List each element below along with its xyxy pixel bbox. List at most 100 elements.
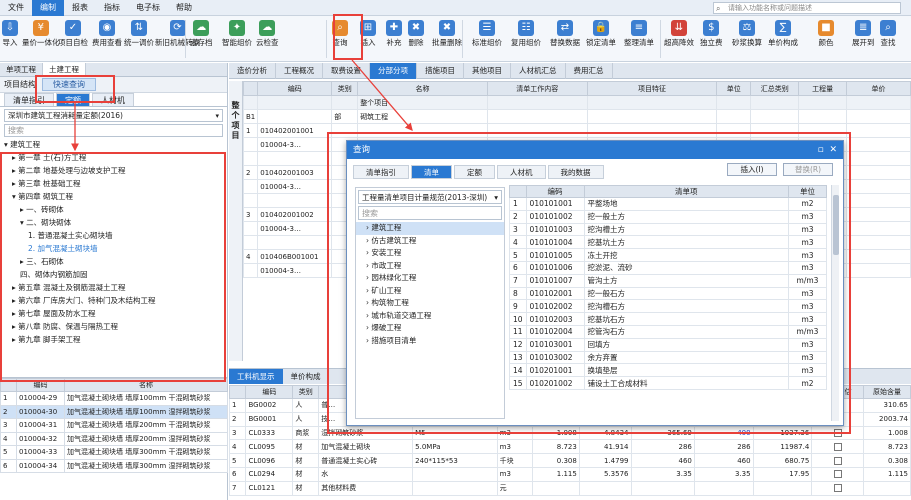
quota-tree-item[interactable]: ▸ 第一章 土(石)方工程 — [4, 151, 227, 164]
dialog-tree-item[interactable]: › 仿古建筑工程 — [356, 235, 504, 248]
ribbon-btn-9[interactable]: ⌕ 查询 — [332, 18, 348, 60]
bill-item-row[interactable]: 4 010101004 挖基坑土方 m3 — [509, 235, 827, 250]
material-row[interactable]: 4 CL0095 材加气混凝土砌块 5.0MPa m3 8.723 41.914 286 286… — [228, 439, 911, 455]
close-icon[interactable]: ✕ — [829, 145, 837, 155]
dialog-search-input[interactable]: 搜索 — [358, 206, 502, 220]
material-cell[interactable] — [811, 480, 864, 496]
quota-tree-item[interactable]: ▾ 第四章 砌筑工程 — [4, 190, 227, 203]
material-cell[interactable] — [811, 466, 864, 482]
quota-tree-item[interactable]: ▸ 第五章 混凝土及钢筋混凝土工程 — [4, 281, 227, 294]
material-cell[interactable] — [811, 439, 864, 455]
main-tab-6[interactable]: 人材机汇总 — [511, 62, 566, 79]
quota-row[interactable]: 1 010004-29 加气混凝土砌块墙 墙厚100mm 干混砌筑砂浆 — [0, 391, 228, 406]
ribbon-btn-16[interactable]: ⇄ 替换数据 — [550, 18, 580, 60]
dialog-tree-item[interactable]: › 构筑物工程 — [356, 297, 504, 310]
ribbon-btn-2[interactable]: ✓ 项目自检 — [58, 18, 88, 60]
bill-item-row[interactable]: 6 010101006 挖淤泥、流砂 m3 — [509, 260, 827, 275]
quota-library-select[interactable]: 深圳市建筑工程消耗量定额(2016) ▾ — [4, 109, 223, 122]
ribbon-btn-0[interactable]: ⇩ 导入 — [2, 18, 18, 60]
quota-tree-item[interactable]: 2. 加气混凝土砌块墙 — [4, 242, 227, 255]
quota-tree-item[interactable]: ▸ 第三章 桩基础工程 — [4, 177, 227, 190]
ribbon-btn-20[interactable]: $ 独立费 — [700, 18, 723, 60]
estimate-checkbox[interactable] — [833, 442, 842, 451]
main-tab-3[interactable]: 分部分项 — [370, 62, 417, 79]
tab-unit-price-composition[interactable]: 单价构成 — [283, 369, 329, 384]
dialog-tree-item[interactable]: › 市政工程 — [356, 260, 504, 273]
dialog-tab-bill[interactable]: 清单 — [411, 165, 452, 179]
main-tab-2[interactable]: 取费设置 — [323, 62, 370, 79]
ribbon-btn-22[interactable]: ∑ 单价构成 — [768, 18, 798, 60]
bill-item-row[interactable]: 12 010103001 回填方 m3 — [509, 337, 827, 352]
quota-tree-item[interactable]: 四、砌体内钢筋加固 — [4, 268, 227, 281]
bill-item-row[interactable]: 8 010102001 挖一般石方 m3 — [509, 286, 827, 301]
estimate-checkbox[interactable] — [833, 484, 842, 493]
estimate-checkbox[interactable] — [833, 456, 842, 465]
quota-tree-item[interactable]: ▸ 一、砖砌体 — [4, 203, 227, 216]
ribbon-btn-8[interactable]: ☁ 云检查 — [256, 18, 279, 60]
quota-tree-item[interactable]: ▸ 第七章 屋面及防水工程 — [4, 307, 227, 320]
bill-item-row[interactable]: 14 010201001 换填垫层 m3 — [509, 363, 827, 378]
restore-icon[interactable]: ▫ — [818, 145, 824, 155]
bill-item-row[interactable]: 11 010102004 挖管沟石方 m/m3 — [509, 324, 827, 339]
ribbon-btn-19[interactable]: ⇊ 超高降效 — [664, 18, 694, 60]
menu-help[interactable]: 帮助 — [168, 0, 200, 16]
dialog-tree-item[interactable]: › 爆破工程 — [356, 322, 504, 335]
estimate-checkbox[interactable] — [833, 470, 842, 479]
dialog-tree-item[interactable]: › 建筑工程 — [356, 222, 504, 235]
quota-row[interactable]: 4 010004-32 加气混凝土砌块墙 墙厚200mm 湿拌砌筑砂浆 — [0, 431, 228, 446]
bill-item-row[interactable]: 2 010101002 挖一般土方 m3 — [509, 209, 827, 224]
quota-tree-item[interactable]: ▾ 二、砌块砌体 — [4, 216, 227, 229]
quota-tree-item[interactable]: ▸ 三、石砌体 — [4, 255, 227, 268]
bill-row[interactable]: 整个项目 — [242, 95, 911, 110]
quota-tree-item[interactable]: ▸ 第八章 防腐、保温与隔热工程 — [4, 320, 227, 333]
menu-file[interactable]: 文件 — [0, 0, 32, 16]
main-tab-7[interactable]: 费用汇总 — [566, 62, 613, 79]
material-row[interactable]: 3 CL0333 商浆 湿拌砌筑砂浆 M5 m3 1.008 4.8434 365.69 400 1… — [228, 425, 911, 441]
spec-select[interactable]: 工程量清单项目计量规范(2013-深圳) ▾ — [358, 190, 502, 204]
ribbon-btn-7[interactable]: ✦ 智能组价 — [222, 18, 252, 60]
ribbon-btn-17[interactable]: 🔒 锁定清单 — [586, 18, 616, 60]
dialog-scrollbar[interactable] — [831, 185, 839, 421]
insert-button[interactable]: 插入(I) — [727, 163, 777, 176]
menu-report[interactable]: 报表 — [64, 0, 96, 16]
ribbon-btn-3[interactable]: ◉ 费用查看 — [92, 18, 122, 60]
ribbon-btn-25[interactable]: ⌕ 查找 — [880, 18, 896, 60]
bill-item-row[interactable]: 9 010102002 挖沟槽石方 m3 — [509, 299, 827, 314]
ribbon-btn-4[interactable]: ⇅ 统一调价 — [124, 18, 154, 60]
quota-row[interactable]: 6 010004-34 加气混凝土砌块墙 墙厚300mm 湿拌砌筑砂浆 — [0, 458, 228, 473]
ribbon-btn-21[interactable]: ⚖ 砂浆换算 — [732, 18, 762, 60]
bill-item-row[interactable]: 13 010103002 余方弃置 m3 — [509, 350, 827, 365]
quota-tree-item[interactable]: ▾ 建筑工程 — [4, 138, 227, 151]
tab-bill-guide[interactable]: 清单指引 — [4, 93, 54, 106]
ribbon-btn-18[interactable]: ≡ 整理清单 — [624, 18, 654, 60]
ribbon-btn-15[interactable]: ☷ 复用组价 — [511, 18, 541, 60]
dialog-tab-labor-material[interactable]: 人材机 — [497, 165, 546, 179]
ribbon-btn-13[interactable]: ✖ 批量删除 — [432, 18, 462, 60]
dialog-tree-item[interactable]: › 措施项目清单 — [356, 335, 504, 348]
menu-e-bid[interactable]: 电子标 — [128, 0, 168, 16]
quota-search-input[interactable]: 搜索 — [4, 124, 223, 137]
dialog-tab-my-data[interactable]: 我的数据 — [547, 165, 604, 179]
ribbon-btn-12[interactable]: ✖ 删除 — [408, 18, 424, 60]
dialog-tree-item[interactable]: › 园林绿化工程 — [356, 272, 504, 285]
menu-index[interactable]: 指标 — [96, 0, 128, 16]
main-tab-5[interactable]: 其他项目 — [464, 62, 511, 79]
bill-item-row[interactable]: 7 010101007 管沟土方 m/m3 — [509, 273, 827, 288]
dialog-tab-bill-guide[interactable]: 清单指引 — [353, 165, 409, 179]
bill-item-row[interactable]: 3 010101003 挖沟槽土方 m3 — [509, 222, 827, 237]
tab-labor-material[interactable]: 人材机 — [92, 93, 134, 106]
estimate-checkbox[interactable] — [833, 428, 842, 437]
menu-edit[interactable]: 编制 — [32, 0, 64, 16]
material-row[interactable]: 5 CL0096 材普通混凝土实心砖 240*115*53 千块 0.308 1.4799 4… — [228, 453, 911, 468]
bill-item-row[interactable]: 10 010102003 挖基坑石方 m3 — [509, 312, 827, 326]
quota-row[interactable]: 3 010004-31 加气混凝土砌块墙 墙厚200mm 干混砌筑砂浆 — [0, 418, 228, 433]
material-cell[interactable] — [811, 425, 864, 441]
ribbon-btn-11[interactable]: ✚ 补充 — [386, 18, 402, 60]
main-tab-4[interactable]: 措施项目 — [417, 62, 464, 79]
dialog-tab-quota[interactable]: 定额 — [454, 165, 495, 179]
main-tab-0[interactable]: 造价分析 — [229, 62, 276, 79]
quick-query-tab[interactable]: 快速查询 — [42, 78, 96, 91]
function-search-input[interactable]: ⌕ 请输入功能名称或问题描述 — [713, 2, 901, 14]
material-row[interactable]: 7 CL0121 材其他材料费 元 — [228, 480, 911, 496]
quota-row[interactable]: 2 010004-30 加气混凝土砌块墙 墙厚100mm 湿拌砌筑砂浆 — [0, 404, 228, 419]
